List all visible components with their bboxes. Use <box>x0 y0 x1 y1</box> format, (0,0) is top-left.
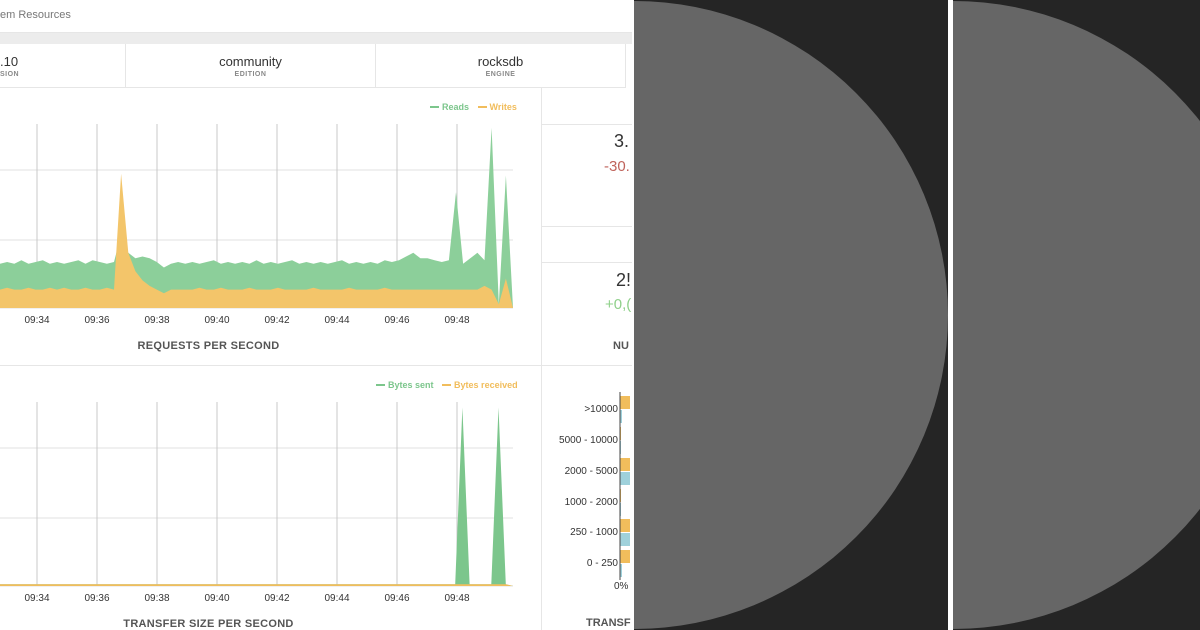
histogram-bars <box>619 392 630 580</box>
info-card-edition: community EDITION <box>126 44 376 88</box>
engine-value: rocksdb <box>477 54 524 69</box>
x-tick-label: 09:38 <box>144 593 169 604</box>
legend-swatch-writes <box>477 106 487 109</box>
stats-divider <box>541 262 632 263</box>
edition-value: community <box>219 54 282 69</box>
half-circle <box>634 1 948 629</box>
x-tick-label: 09:44 <box>324 315 349 326</box>
x-tick-label: 09:36 <box>84 315 109 326</box>
series-area-2 <box>0 584 513 586</box>
x-tick-label: 09:40 <box>204 593 229 604</box>
legend-swatch-received <box>442 384 452 387</box>
stat-delta-1: -30. <box>604 158 630 175</box>
legend-swatch-sent <box>376 384 385 387</box>
histogram-category-label: 250 - 1000 <box>570 527 618 538</box>
x-tick-label: 09:46 <box>384 315 409 326</box>
charts-divider <box>0 365 541 366</box>
dashboard-view: em Resources .10 SION community EDITION … <box>0 0 632 630</box>
x-tick-label: 09:40 <box>204 315 229 326</box>
histogram-bar <box>620 396 630 409</box>
info-card-version: .10 SION <box>0 44 126 88</box>
requests-chart: 09:34 09:36 09:38 09:40 09:42 09:44 09:46 09:48 <box>0 124 513 326</box>
histogram-bar <box>620 472 630 485</box>
edition-label: EDITION <box>234 71 267 78</box>
histogram-axis-label: 0% <box>614 581 629 592</box>
histogram-bar <box>620 519 630 532</box>
histogram-bar <box>620 458 630 471</box>
x-tick-label: 09:42 <box>264 315 289 326</box>
requests-legend: Reads Writes <box>424 102 517 112</box>
transfer-legend: Bytes sent Bytes received <box>370 380 518 390</box>
circle-shape <box>634 1 948 629</box>
histogram-bar <box>620 550 630 563</box>
circle-shape <box>953 1 1200 629</box>
histogram-category-label: 0 - 250 <box>586 558 618 569</box>
series-area-1 <box>0 127 513 308</box>
engine-label: ENGINE <box>485 71 516 78</box>
info-card-engine: rocksdb ENGINE <box>376 44 626 88</box>
x-tick-label: 09:34 <box>24 315 49 326</box>
half-circle <box>953 1 1200 629</box>
overlay-panel-right <box>953 0 1200 630</box>
legend-reads[interactable]: Reads <box>442 102 469 112</box>
stats-divider <box>541 124 632 125</box>
legend-bytes-received[interactable]: Bytes received <box>454 380 518 390</box>
divider-band <box>0 33 632 44</box>
version-label: SION <box>0 71 20 78</box>
series-area-1 <box>0 407 513 586</box>
x-tick-label: 09:44 <box>324 593 349 604</box>
breadcrumb: em Resources <box>0 0 632 33</box>
transfer-chart: 09:34 09:36 09:38 09:40 09:42 09:44 09:46 09:48 <box>0 402 513 604</box>
x-tick-label: 09:36 <box>84 593 109 604</box>
stat-label: NU <box>613 340 629 352</box>
x-tick-label: 09:34 <box>24 593 49 604</box>
transfer-chart-title: TRANSFER SIZE PER SECOND <box>123 618 294 630</box>
stats-divider <box>541 226 632 227</box>
x-tick-label: 09:38 <box>144 315 169 326</box>
x-tick-label: 09:48 <box>444 593 469 604</box>
legend-writes[interactable]: Writes <box>490 102 517 112</box>
stats-divider <box>541 365 632 366</box>
version-value: .10 <box>0 54 19 69</box>
histogram-category-label: >10000 <box>584 404 618 415</box>
x-tick-label: 09:46 <box>384 593 409 604</box>
legend-swatch-reads <box>430 106 439 109</box>
histogram-category-label: 1000 - 2000 <box>564 497 618 508</box>
breadcrumb-text[interactable]: em Resources <box>0 9 71 21</box>
histogram-category-label: 2000 - 5000 <box>564 466 618 477</box>
stat-value-1: 3. <box>614 131 630 151</box>
x-tick-label: 09:42 <box>264 593 289 604</box>
requests-chart-title: REQUESTS PER SECOND <box>137 340 280 352</box>
legend-bytes-sent[interactable]: Bytes sent <box>388 380 434 390</box>
histogram-category-label: 5000 - 10000 <box>559 435 618 446</box>
stat-value-2: 2! <box>616 270 632 290</box>
stat-delta-2: +0,( <box>605 296 632 313</box>
histogram-title: TRANSF <box>586 617 631 629</box>
x-tick-label: 09:48 <box>444 315 469 326</box>
overlay-panel-left <box>634 0 948 630</box>
histogram-bar <box>620 533 630 546</box>
